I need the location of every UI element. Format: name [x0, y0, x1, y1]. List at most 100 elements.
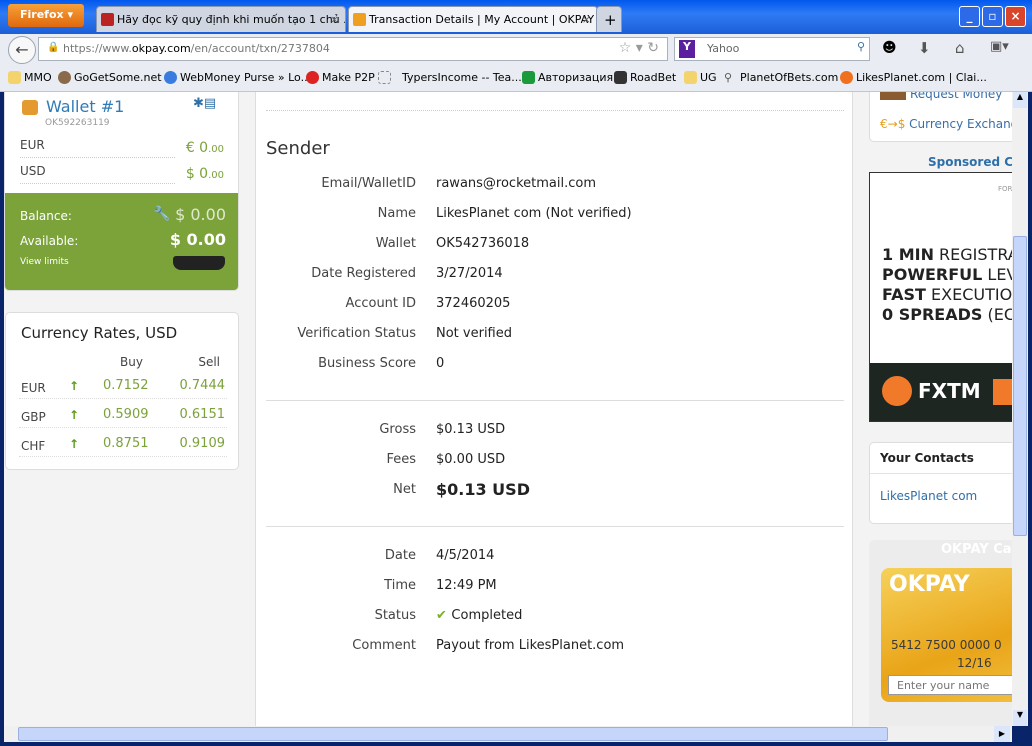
bookmark-item[interactable]: ⚲ PlanetOfBets.com: [724, 71, 838, 84]
bookmark-item[interactable]: GoGetSome.net: [58, 71, 162, 84]
bookmark-item[interactable]: TypersIncome -- Tea...: [378, 71, 522, 84]
site-icon: [58, 71, 71, 84]
bookmark-item[interactable]: Авторизация: [522, 71, 613, 84]
rate-row: GBP ↑ 0.5909 0.6151: [19, 404, 227, 428]
sender-field-value: LikesPlanet com (Not verified): [436, 206, 632, 221]
wallet-id: OK592263119: [45, 118, 110, 128]
close-tab-icon[interactable]: ×: [330, 13, 339, 26]
amount-row: Net $0.13 USD: [393, 480, 530, 499]
actions-card: Request Money €→$ Currency Exchange: [869, 92, 1012, 142]
site-icon: [522, 71, 535, 84]
bookmark-item[interactable]: LikesPlanet.com | Clai...: [840, 71, 987, 84]
wallet-icon: [22, 100, 38, 115]
sender-field-row: Name LikesPlanet com (Not verified): [377, 206, 632, 221]
new-tab-button[interactable]: +: [596, 6, 622, 32]
amount-value: $0.13 USD: [436, 480, 530, 499]
globe-icon: [164, 71, 177, 84]
request-money-link[interactable]: Request Money: [880, 92, 1002, 101]
bookmark-item[interactable]: UG: [684, 71, 717, 84]
yahoo-icon: Y: [679, 40, 695, 58]
scroll-down-button[interactable]: ▼: [1013, 710, 1027, 726]
detail-row: Date 4/5/2014: [384, 548, 495, 563]
sender-field-value: 372460205: [436, 296, 511, 311]
detail-value: Payout from LikesPlanet.com: [436, 638, 625, 653]
exchange-icon: €→$: [880, 117, 906, 131]
okpay-card-image: OKPAY 5412 7500 0000 0 12/16: [881, 568, 1012, 702]
page-icon: [378, 71, 391, 84]
bookmark-item[interactable]: RoadBet: [614, 71, 676, 84]
bookmarks-menu-icon[interactable]: ▣▾: [990, 39, 1009, 54]
lock-icon: 🔒: [47, 42, 60, 53]
folder-icon: [684, 71, 697, 84]
detail-row: Status ✔ Completed: [374, 608, 523, 623]
site-icon: [306, 71, 319, 84]
wrench-icon[interactable]: 🔧: [153, 206, 170, 222]
navigation-bar: ← 🔒 https://www.okpay.com/en/account/txn…: [0, 34, 1032, 64]
page-content: Wallet #1 OK592263119 ✱▤ EUR € 0.00 USD …: [4, 92, 1012, 726]
addon-icon[interactable]: ☻: [882, 40, 897, 56]
wallet-title[interactable]: Wallet #1: [46, 97, 124, 116]
minimize-button[interactable]: _: [959, 6, 980, 27]
scroll-right-button[interactable]: ▶: [994, 726, 1010, 742]
currency-exchange-link[interactable]: €→$ Currency Exchange: [880, 117, 1012, 131]
balance-panel: Balance: 🔧 $ 0.00 Available: $ 0.00 View…: [5, 193, 238, 290]
sponsored-heading: Sponsored Co: [928, 155, 1012, 169]
downloads-icon[interactable]: ⬇: [918, 39, 931, 57]
site-icon: [840, 71, 853, 84]
amount-value: $0.13 USD: [436, 422, 506, 437]
card-name-input[interactable]: [888, 675, 1012, 695]
wallet-card: Wallet #1 OK592263119 ✱▤ EUR € 0.00 USD …: [4, 92, 239, 291]
rate-row: CHF ↑ 0.8751 0.9109: [19, 433, 227, 457]
contacts-card: Your Contacts LikesPlanet com: [869, 442, 1012, 524]
maximize-button[interactable]: ▫: [982, 6, 1003, 27]
bookmark-star-icon[interactable]: ☆ ▾ ↻: [619, 40, 659, 56]
okpay-card-promo: OKPAY Ca OKPAY 5412 7500 0000 0 12/16: [869, 540, 1012, 726]
search-icon[interactable]: ⚲: [857, 40, 865, 53]
fxtm-logo-icon: [882, 376, 912, 406]
transaction-details-panel: Sender Email/WalletID rawans@rocketmail.c…: [255, 92, 853, 726]
folder-icon: [8, 71, 21, 84]
rates-title: Currency Rates, USD: [21, 324, 178, 342]
back-button[interactable]: ←: [8, 36, 36, 64]
arrow-up-icon: ↑: [69, 408, 80, 422]
site-favicon-icon: [101, 13, 114, 26]
tab-active[interactable]: Transaction Details | My Account | OKPAY…: [348, 6, 598, 32]
vertical-scrollbar[interactable]: ▲ ▼: [1012, 92, 1028, 726]
amount-row: Fees $0.00 USD: [386, 452, 506, 467]
scroll-thumb[interactable]: [1013, 236, 1027, 536]
glasses-icon: [173, 256, 225, 270]
home-icon[interactable]: ⌂: [955, 39, 965, 57]
sender-field-value: OK542736018: [436, 236, 530, 251]
arrow-up-icon: ↑: [69, 379, 80, 393]
view-limits-link[interactable]: View limits: [20, 257, 69, 267]
scroll-up-button[interactable]: ▲: [1013, 92, 1027, 108]
tab-inactive[interactable]: Hãy đọc kỹ quy định khi muốn tạo 1 chủ .…: [96, 6, 346, 32]
currency-rates-card: Currency Rates, USD Buy Sell EUR ↑ 0.7152 0…: [5, 312, 239, 470]
url-bar[interactable]: 🔒 https://www.okpay.com/en/account/txn/2…: [38, 37, 668, 61]
rate-row: EUR ↑ 0.7152 0.7444: [19, 375, 227, 399]
firefox-menu-button[interactable]: Firefox ▾: [8, 4, 84, 27]
settings-icon[interactable]: ✱▤: [193, 96, 216, 111]
detail-value: 4/5/2014: [436, 548, 495, 563]
fxtm-ad[interactable]: FOR 1 MIN REGISTRA POWERFUL LEV FAST EXE…: [869, 172, 1012, 422]
sender-field-row: Date Registered 3/27/2014: [311, 266, 503, 281]
usd-amount: $ 0.00: [185, 166, 224, 182]
horizontal-scrollbar[interactable]: ▶: [4, 726, 1012, 742]
close-tab-icon[interactable]: ×: [582, 13, 591, 26]
detail-row: Time 12:49 PM: [384, 578, 497, 593]
sender-heading: Sender: [266, 138, 330, 159]
search-input[interactable]: Y Yahoo ⚲: [674, 37, 870, 61]
close-window-button[interactable]: ×: [1005, 6, 1026, 27]
bookmark-item[interactable]: WebMoney Purse » Lo...: [164, 71, 311, 84]
amount-row: Gross $0.13 USD: [379, 422, 506, 437]
runner-icon: ⚲: [724, 71, 733, 84]
eur-amount: € 0.00: [185, 140, 224, 156]
scroll-thumb[interactable]: [18, 727, 888, 741]
bookmark-item[interactable]: Make P2P: [306, 71, 375, 84]
detail-value: 12:49 PM: [436, 578, 497, 593]
request-money-icon: [880, 92, 906, 100]
contact-link[interactable]: LikesPlanet com: [880, 489, 977, 503]
balance-row-usd: USD: [20, 164, 175, 184]
bookmark-item[interactable]: MMO: [8, 71, 52, 84]
balance-row-eur: EUR: [20, 138, 175, 158]
